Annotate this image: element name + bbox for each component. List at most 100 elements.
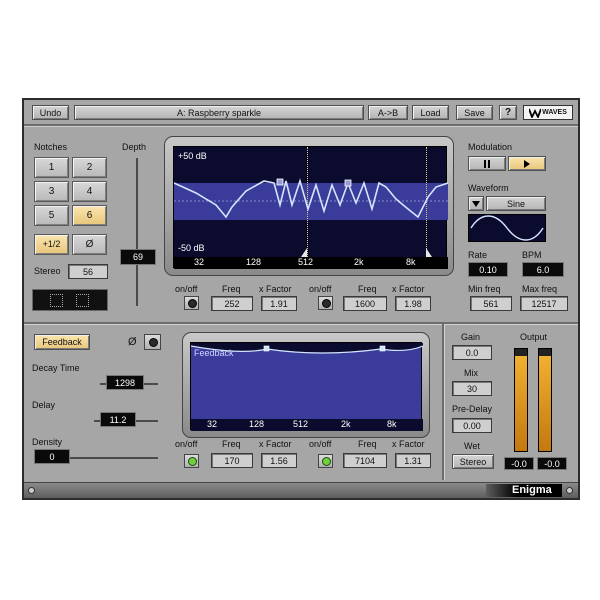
depth-label: Depth [122,142,147,152]
filter1-band2-xfactor-field[interactable]: 1.98 [395,296,431,311]
decay-time-label: Decay Time [32,363,80,373]
filter1-band1-onoff-label: on/off [175,284,198,294]
footer-bar: Enigma [24,482,578,498]
feedback-toggle-button[interactable]: Feedback [34,334,90,350]
feedback-band2-freq-field[interactable]: 7104 [343,453,387,468]
power-icon [188,299,197,308]
half-notch-button[interactable]: +1/2 [34,234,69,255]
filter1-band2-xfactor-label: x Factor [392,284,425,294]
waveform-select[interactable]: Sine [486,196,546,211]
help-button[interactable]: ? [499,105,517,120]
feedback-band1-freq-label: Freq [222,439,241,449]
waveform-dropdown-arrow[interactable] [468,196,484,211]
feedback-freq-tick: 128 [249,419,265,429]
output-meter-right-value: -0.0 [537,457,567,470]
notches-label: Notches [34,142,68,152]
filter1-band1-freq-label: Freq [222,284,241,294]
feedback-response-display[interactable]: Feedback 32 128 512 2k 8k [190,342,423,431]
density-value[interactable]: 0 [34,449,70,464]
load-button[interactable]: Load [412,105,449,120]
notch-button-2[interactable]: 2 [72,157,107,178]
output-meter-right [538,348,552,452]
sine-wave-icon [470,215,544,241]
delay-label: Delay [32,400,56,410]
filter1-band2-power-button[interactable] [318,296,333,310]
waves-logo: WAVES [523,105,573,120]
maxfreq-field[interactable]: 12517 [520,296,568,311]
wet-stereo-button[interactable]: Stereo [452,454,494,469]
depth-value[interactable]: 69 [120,249,156,265]
power-icon [322,299,331,308]
modulation-pause-button[interactable] [468,156,506,171]
link-square-left-icon [50,294,63,307]
predelay-label: Pre-Delay [452,404,493,414]
gain-field[interactable]: 0.0 [452,345,492,360]
power-icon [188,457,197,466]
output-meter-right-fill [539,356,551,451]
feedback-phase-button[interactable] [144,334,161,350]
notch-phase-button[interactable]: Ø [72,234,107,255]
section-divider [24,322,578,325]
feedback-band1-xfactor-field[interactable]: 1.56 [261,453,297,468]
waves-logo-mark-icon [529,108,542,118]
filter1-band1-freq-field[interactable]: 252 [211,296,253,311]
stereo-label: Stereo [34,266,61,276]
ab-compare-button[interactable]: A->B [368,105,408,120]
feedback-freq-tick: 32 [207,419,218,429]
notch-button-5[interactable]: 5 [34,205,69,226]
filter1-band1-xfactor-field[interactable]: 1.91 [261,296,297,311]
display1-freq-tick: 32 [194,257,205,267]
minfreq-field[interactable]: 561 [470,296,512,311]
feedback-band2-power-button[interactable] [318,454,333,468]
depth-slider-track[interactable] [136,158,138,306]
notch-button-3[interactable]: 3 [34,181,69,202]
display1-freq-axis: 32 128 512 2k 8k [174,257,448,269]
power-icon [322,457,331,466]
density-slider[interactable] [68,457,158,459]
chevron-down-icon [472,200,480,207]
waveform-preview [468,214,546,242]
plugin-name-label: Enigma [512,484,552,496]
mix-field[interactable]: 30 [452,381,492,396]
density-label: Density [32,437,63,447]
predelay-field[interactable]: 0.00 [452,418,492,433]
enigma-plugin-window: Undo A: Raspberry sparkle A->B Load Save… [22,98,580,500]
feedback-band2-xfactor-field[interactable]: 1.31 [395,453,431,468]
undo-button[interactable]: Undo [32,105,69,120]
feedback-freq-tick: 512 [293,419,309,429]
display1-freq-tick: 512 [298,257,314,267]
modulation-play-button[interactable] [508,156,546,171]
output-meter-left [514,348,528,452]
feedback-band1-freq-field[interactable]: 170 [211,453,253,468]
filter1-band2-freq-field[interactable]: 1600 [343,296,387,311]
waveform-label: Waveform [468,183,509,193]
bpm-label: BPM [522,250,542,260]
mix-label: Mix [464,368,478,378]
output-meter-left-fill [515,356,527,451]
notch-button-6[interactable]: 6 [72,205,107,226]
stereo-link-display [32,289,108,311]
bpm-value[interactable]: 6.0 [522,262,564,277]
feedback-display-label: Feedback [194,348,234,358]
display1-bottom-db: -50 dB [178,243,205,253]
filter1-band1-xfactor-label: x Factor [259,284,292,294]
notch-button-4[interactable]: 4 [72,181,107,202]
feedback-phase-label: Ø [128,336,137,348]
save-button[interactable]: Save [456,105,493,120]
preset-name-field[interactable]: A: Raspberry sparkle [74,105,364,120]
toolbar-divider [24,124,578,127]
notch-button-1[interactable]: 1 [34,157,69,178]
rate-value[interactable]: 0.10 [468,262,508,277]
feedback-band1-power-button[interactable] [184,454,199,468]
stereo-field[interactable]: 56 [68,264,108,279]
screw-right-icon [566,487,573,494]
filter1-band1-power-button[interactable] [184,296,199,310]
maxfreq-label: Max freq [522,284,558,294]
delay-value[interactable]: 11.2 [100,412,136,427]
notch-response-display[interactable]: +50 dB -50 dB 32 128 512 2k 8k [173,146,448,269]
decay-time-value[interactable]: 1298 [106,375,144,390]
feedback-freq-tick: 8k [387,419,397,429]
waves-logo-text: WAVES [542,109,567,116]
display1-top-db: +50 dB [178,151,207,161]
feedback-band2-onoff-label: on/off [309,439,332,449]
